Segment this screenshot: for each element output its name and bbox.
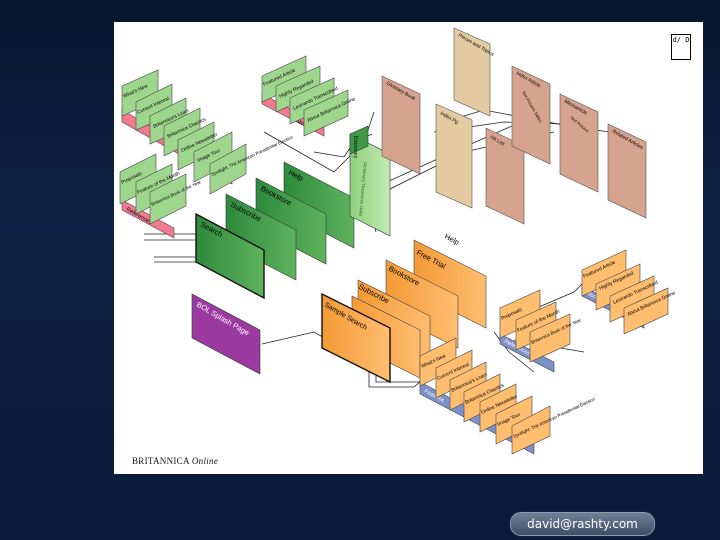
g-dictionary: Dictionary (352, 136, 358, 159)
tm-cards (261, 55, 349, 137)
o-more-cards (581, 249, 669, 335)
o-help: Help (443, 232, 461, 247)
page-id-box: d/ D (671, 34, 691, 60)
tm-more-group: More Featured Article Highly Regarded Le… (261, 55, 357, 137)
splash-card: BOL Splash Page (191, 293, 261, 375)
brown-group (381, 27, 647, 225)
caption-brand: BRITANNICA (132, 456, 190, 466)
o-more-group: More Featured Article Highly Regarded Le… (581, 249, 677, 335)
caption-product: Online (191, 456, 219, 466)
o-references-group: References Proposals Feature of the Mont… (499, 289, 582, 373)
tl-references-group: References Proposals Feature of the Mont… (119, 153, 202, 239)
caption: BRITANNICA Online (132, 456, 218, 466)
sitemap-frame: Features What's New Current Interest Bri… (114, 22, 703, 474)
footer-email-badge: david@rashty.com (510, 512, 655, 536)
o-features-group: Features What's New Current Interest Bri… (419, 337, 596, 455)
sitemap-diagram: Features What's New Current Interest Bri… (119, 27, 677, 455)
